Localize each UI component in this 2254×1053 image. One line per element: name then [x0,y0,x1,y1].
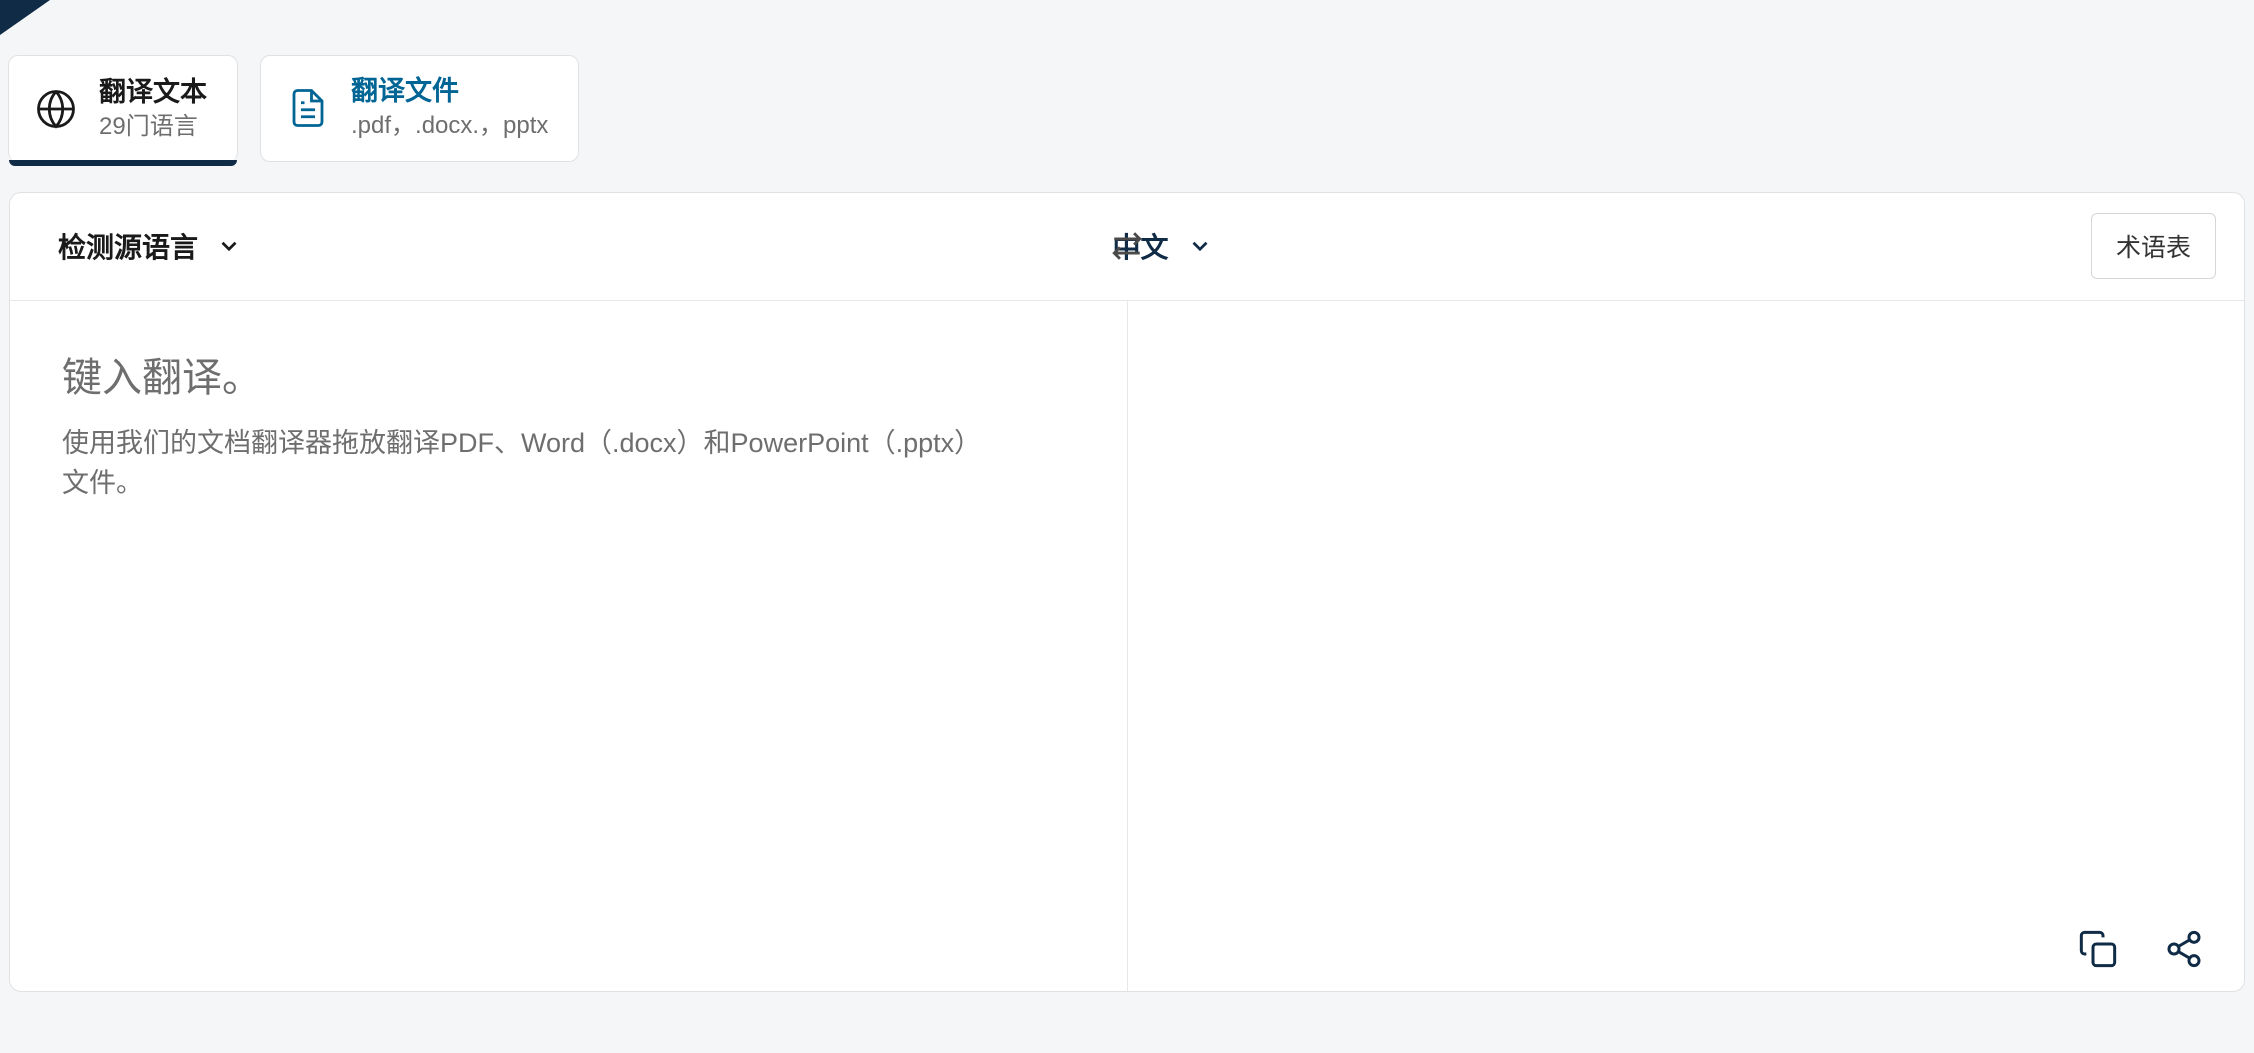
swap-icon [1110,229,1144,263]
source-language-label: 检测源语言 [58,226,198,266]
tab-file-title: 翻译文件 [351,74,548,109]
tab-text-title: 翻译文本 [99,75,207,110]
tab-translate-text[interactable]: 翻译文本 29门语言 [8,55,238,162]
logo-corner [0,0,50,35]
chevron-down-icon [216,233,242,259]
share-icon[interactable] [2164,929,2204,969]
source-language-selector[interactable]: 检测源语言 [58,226,242,266]
chevron-down-icon [1187,233,1213,259]
tab-text-content: 翻译文本 29门语言 [99,75,207,144]
source-lang-area: 检测源语言 [10,226,1037,266]
target-lang-area: 中文 [1037,226,2092,266]
copy-icon[interactable] [2078,929,2118,969]
target-text-pane [1128,301,2245,991]
glossary-button[interactable]: 术语表 [2091,213,2216,279]
source-text-pane[interactable]: 键入翻译。 使用我们的文档翻译器拖放翻译PDF、Word（.docx）和Powe… [10,301,1128,991]
translator-panel: 检测源语言 中文 [9,192,2245,992]
tab-file-content: 翻译文件 .pdf，.docx.，pptx [351,74,548,143]
input-placeholder-desc: 使用我们的文档翻译器拖放翻译PDF、Word（.docx）和PowerPoint… [62,423,982,504]
mode-tabs: 翻译文本 29门语言 翻译文件 .pdf，.docx.，pptx [0,0,2254,162]
document-icon [287,87,329,129]
globe-icon [35,88,77,130]
output-actions [2078,929,2204,969]
swap-languages-button[interactable] [1100,219,1154,273]
content-area: 键入翻译。 使用我们的文档翻译器拖放翻译PDF、Word（.docx）和Powe… [10,301,2244,991]
input-placeholder-title: 键入翻译。 [62,345,1075,403]
language-bar: 检测源语言 中文 [10,193,2244,301]
tab-file-subtitle: .pdf，.docx.，pptx [351,109,548,143]
tab-translate-file[interactable]: 翻译文件 .pdf，.docx.，pptx [260,55,579,162]
tab-text-subtitle: 29门语言 [99,110,207,144]
